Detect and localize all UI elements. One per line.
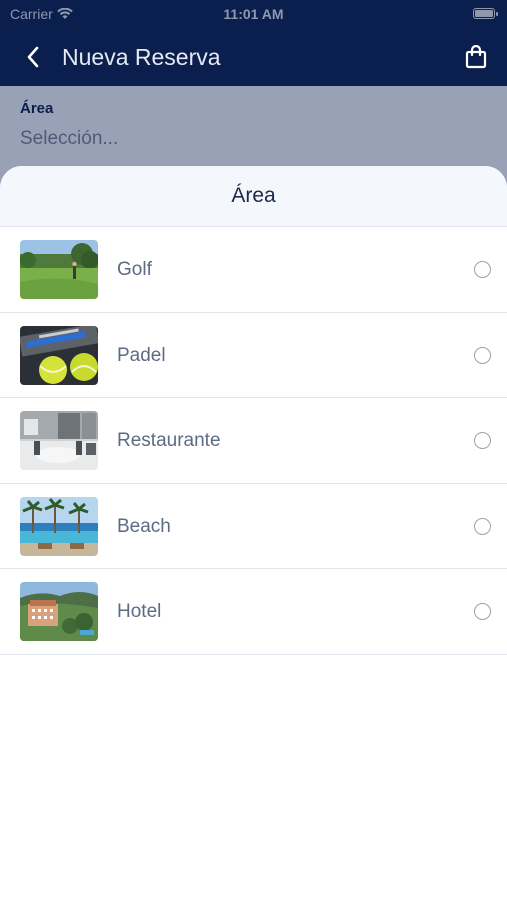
area-selection-sheet: Área Golf Padel Restaurante Beach Hotel <box>0 166 507 900</box>
status-time: 11:01 AM <box>223 6 284 22</box>
item-label-golf: Golf <box>117 259 152 280</box>
radio-golf[interactable] <box>474 261 491 278</box>
list-item-hotel[interactable]: Hotel <box>0 569 507 655</box>
hotel-thumbnail <box>20 582 98 641</box>
radio-hotel[interactable] <box>474 603 491 620</box>
padel-thumbnail <box>20 325 98 385</box>
item-label-padel: Padel <box>117 344 166 366</box>
item-label-beach: Beach <box>117 515 171 537</box>
battery-icon <box>473 8 498 19</box>
beach-thumbnail <box>20 496 98 556</box>
sheet-title: Área <box>231 184 276 207</box>
page-title: Nueva Reserva <box>62 44 221 70</box>
item-label-restaurante: Restaurante <box>117 430 221 451</box>
restaurante-thumbnail <box>20 411 98 470</box>
status-bar: Carrier 11:01 AM <box>0 0 507 28</box>
list-item-golf[interactable]: Golf <box>0 227 507 313</box>
back-button[interactable] <box>18 42 48 72</box>
cart-button[interactable] <box>461 42 491 72</box>
radio-padel[interactable] <box>474 346 491 364</box>
radio-beach[interactable] <box>474 517 491 535</box>
navigation-bar: Nueva Reserva <box>0 28 507 86</box>
sheet-header: Área <box>0 166 507 227</box>
list-item-beach[interactable]: Beach <box>0 484 507 569</box>
list-item-padel[interactable]: Padel <box>0 313 507 398</box>
chevron-left-icon <box>27 46 39 68</box>
golf-thumbnail <box>20 240 98 299</box>
list-item-restaurante[interactable]: Restaurante <box>0 398 507 484</box>
item-label-hotel: Hotel <box>117 601 162 622</box>
shopping-bag-icon <box>465 45 487 69</box>
radio-restaurante[interactable] <box>474 432 491 449</box>
